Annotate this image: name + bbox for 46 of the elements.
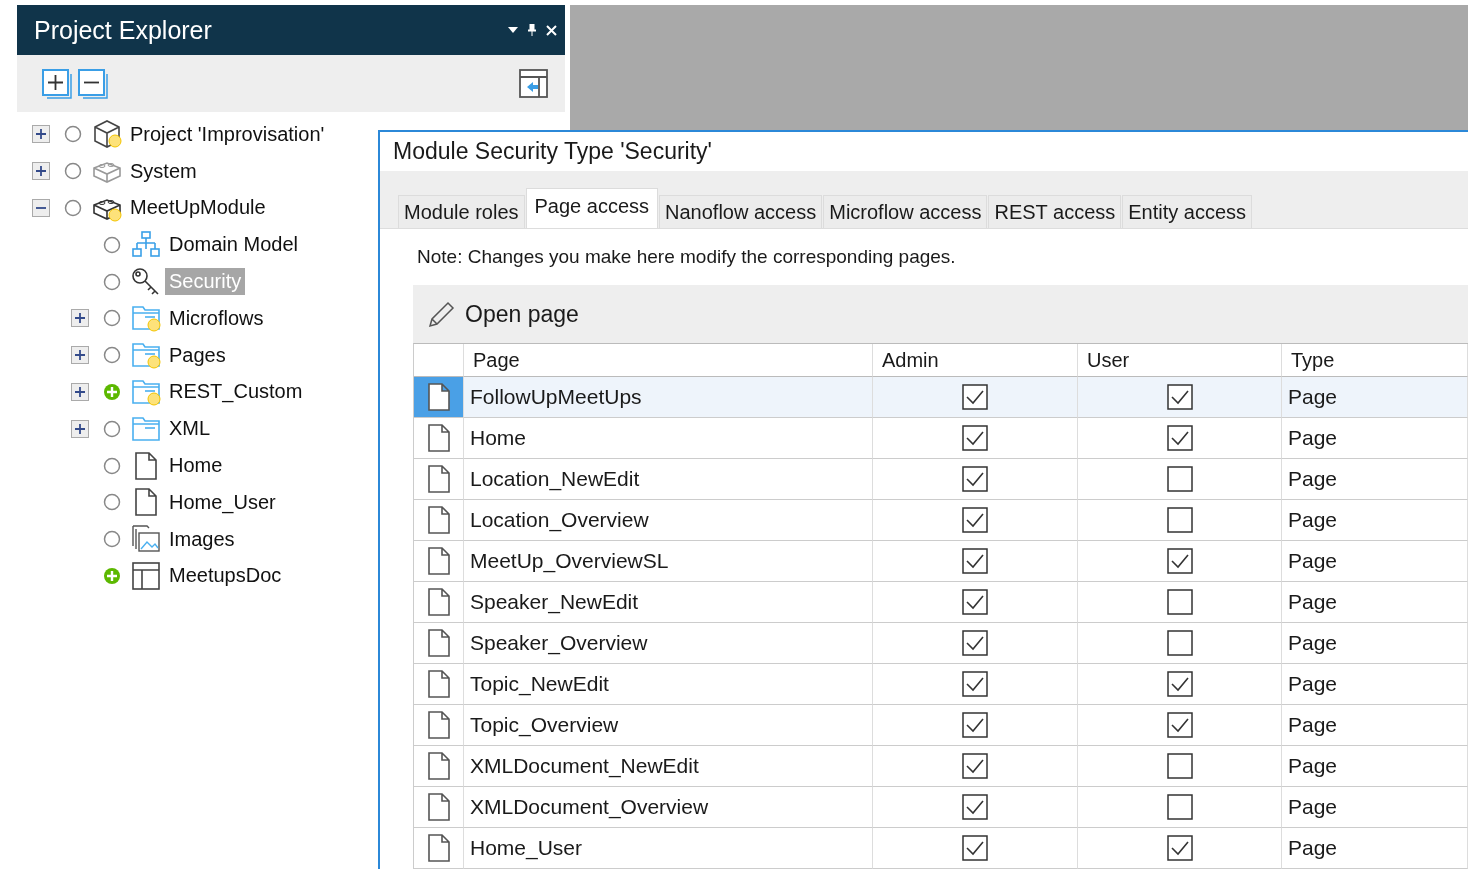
table-cell: Home_User bbox=[464, 828, 873, 869]
table-cell: Page bbox=[1282, 746, 1468, 787]
open-page-button[interactable]: Open page bbox=[427, 299, 579, 329]
tree-item[interactable]: Pages bbox=[165, 341, 230, 369]
table-cell: Topic_Overview bbox=[464, 705, 873, 746]
table-cell: Page bbox=[1282, 828, 1468, 869]
tree-item[interactable]: XML bbox=[165, 415, 215, 443]
tree-item[interactable]: Home bbox=[165, 452, 227, 480]
table-cell: Page bbox=[1282, 418, 1468, 459]
tree-item[interactable]: MeetUpModule bbox=[126, 194, 270, 222]
note-text: Note: Changes you make here modify the corresponding pages. bbox=[416, 245, 957, 269]
table-cell: Speaker_NewEdit bbox=[464, 582, 873, 623]
table-cell: Page bbox=[1282, 541, 1468, 582]
panel-title: Project Explorer bbox=[34, 15, 213, 45]
table-cell: FollowUpMeetUps bbox=[464, 377, 873, 418]
tab[interactable]: Microflow access bbox=[823, 195, 988, 228]
tree-item[interactable]: Images bbox=[165, 525, 239, 553]
tree-item[interactable]: REST_Custom bbox=[165, 378, 307, 406]
tree-item[interactable]: System bbox=[126, 157, 201, 185]
table-cell: Home bbox=[464, 418, 873, 459]
tree-item[interactable]: Domain Model bbox=[165, 231, 302, 259]
table-cell: Page bbox=[1282, 705, 1468, 746]
table-cell: Page bbox=[1282, 377, 1468, 418]
tab[interactable]: Nanoflow access bbox=[659, 195, 823, 228]
table-cell: Page bbox=[1282, 664, 1468, 705]
tree-item[interactable]: Microflows bbox=[165, 304, 268, 332]
table-cell: Topic_NewEdit bbox=[464, 664, 873, 705]
table-cell: MeetUp_OverviewSL bbox=[464, 541, 873, 582]
table-cell: Page bbox=[1282, 582, 1468, 623]
tree-item[interactable]: MeetupsDoc bbox=[165, 562, 286, 590]
table-cell: Page bbox=[1282, 500, 1468, 541]
tab[interactable]: REST access bbox=[988, 195, 1122, 228]
table-cell: Location_NewEdit bbox=[464, 459, 873, 500]
tree-item[interactable]: Project 'Improvisation' bbox=[126, 120, 329, 148]
table-cell: Page bbox=[1282, 623, 1468, 664]
table-cell: Location_Overview bbox=[464, 500, 873, 541]
table-cell: Page bbox=[1282, 459, 1468, 500]
table-cell: Speaker_Overview bbox=[464, 623, 873, 664]
dialog-title: Module Security Type 'Security' bbox=[393, 138, 712, 165]
tree-item[interactable]: Home_User bbox=[165, 488, 280, 516]
tab[interactable]: Module roles bbox=[398, 195, 525, 228]
table-cell: XMLDocument_Overview bbox=[464, 787, 873, 828]
table-cell: Page bbox=[1282, 787, 1468, 828]
table-cell: XMLDocument_NewEdit bbox=[464, 746, 873, 787]
tab[interactable]: Entity access bbox=[1122, 195, 1253, 228]
tab[interactable]: Page access bbox=[525, 188, 659, 228]
